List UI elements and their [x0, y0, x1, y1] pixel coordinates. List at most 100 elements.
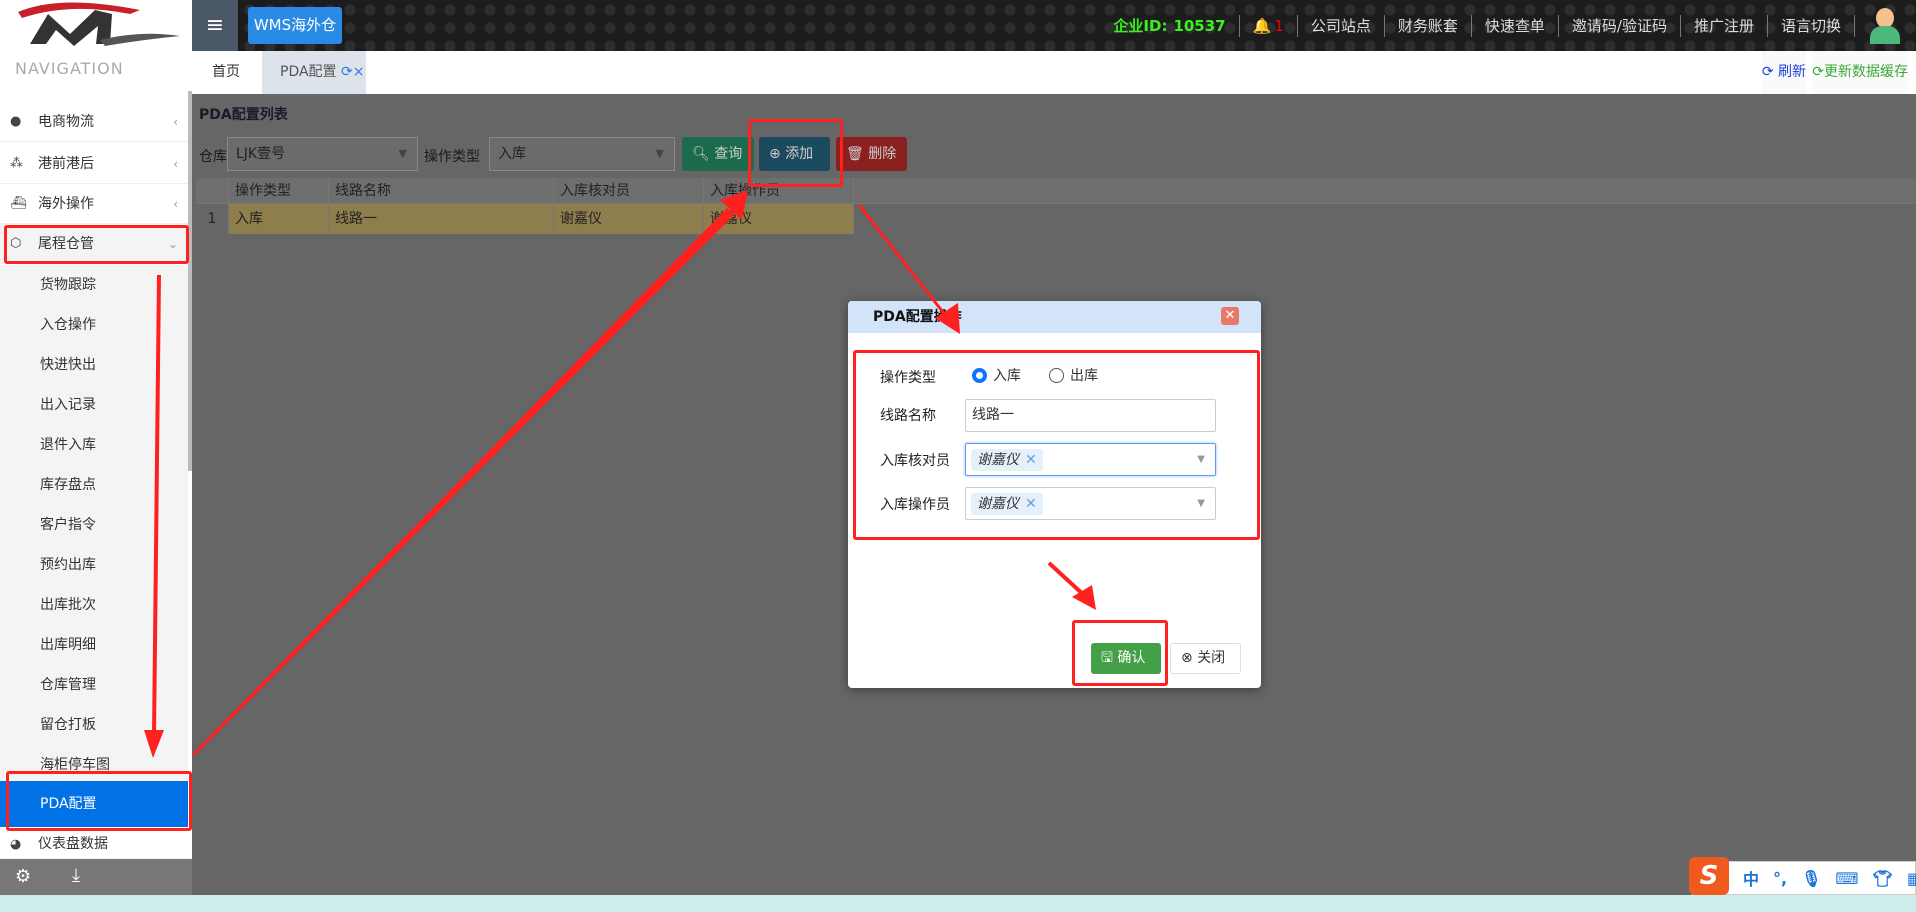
- delete-label: 删除: [868, 146, 897, 162]
- sidebar-subitem[interactable]: 客户指令: [0, 505, 188, 545]
- refresh-icon: ⟳: [1761, 64, 1778, 80]
- delete-button[interactable]: 🗑︎ 删除: [836, 137, 907, 171]
- sidebar-scrollbar[interactable]: [188, 91, 192, 471]
- close-button[interactable]: ⊗ 关闭: [1170, 643, 1241, 674]
- sidebar-subitem[interactable]: 出库批次: [0, 585, 188, 625]
- company-id: 10537: [1173, 16, 1226, 35]
- warehouse-value: LJK壹号: [236, 146, 286, 162]
- chevron-left-icon: ‹: [173, 157, 178, 171]
- notification-count: 1: [1274, 16, 1284, 35]
- avatar[interactable]: [1868, 7, 1902, 44]
- sidebar-subitem[interactable]: 快进快出: [0, 345, 188, 385]
- update-cache-label: 更新数据缓存: [1824, 64, 1908, 80]
- link-language[interactable]: 语言切换: [1781, 15, 1841, 36]
- refresh-label: 刷新: [1778, 64, 1806, 80]
- refresh-button[interactable]: ⟳ 刷新: [1761, 51, 1806, 94]
- cubes-icon: ⁂: [10, 156, 23, 171]
- annotation-box-confirm: [1072, 620, 1168, 686]
- logo: [0, 0, 192, 51]
- sidebar-title: NAVIGATION: [15, 59, 124, 78]
- optype-value: 入库: [498, 146, 526, 162]
- sogou-logo[interactable]: S: [1689, 857, 1729, 895]
- sidebar: NAVIGATION ● 电商物流 ‹ ⁂ 港前港后 ‹ ⛴ 海外操作 ‹ ⬡ 尾程仓管 ⌄ 货…: [0, 51, 192, 859]
- menu-toggle-button[interactable]: ≡: [192, 0, 238, 51]
- sidebar-subitem[interactable]: 留仓打板: [0, 705, 188, 745]
- link-finance[interactable]: 财务账套: [1398, 15, 1458, 36]
- microphone-icon[interactable]: 🎙︎: [1801, 869, 1821, 888]
- caret-down-icon: ▼: [655, 147, 664, 160]
- column-header[interactable]: 线路名称: [329, 178, 554, 203]
- tab-home[interactable]: 首页: [212, 51, 240, 94]
- cell-checker: 谢嘉仪: [554, 204, 704, 234]
- optype-label: 操作类型: [424, 149, 480, 165]
- table-row[interactable]: 1 入库 线路一 谢嘉仪 谢嘉仪: [196, 204, 854, 234]
- annotation-box-form: [853, 350, 1260, 540]
- ime-lang[interactable]: 中: [1743, 866, 1759, 890]
- apps-grid-icon[interactable]: ▦: [1907, 869, 1916, 888]
- search-icon: 🔍︎: [692, 146, 710, 162]
- ime-toolbar: S 中 °, 🎙︎ ⌨ 👕︎ ▦: [1689, 857, 1916, 895]
- link-invite-code[interactable]: 邀请码/验证码: [1572, 15, 1667, 36]
- sidebar-subitem[interactable]: 预约出库: [0, 545, 188, 585]
- trash-icon: 🗑︎: [846, 146, 864, 162]
- app-button[interactable]: WMS海外仓: [248, 7, 342, 44]
- refresh-icon: ⟳: [1812, 64, 1824, 80]
- sidebar-item-overseas[interactable]: ⛴ 海外操作 ‹: [0, 184, 192, 224]
- cell-optype: 入库: [229, 204, 329, 234]
- link-quick-search[interactable]: 快速查单: [1485, 15, 1545, 36]
- refresh-icon[interactable]: ⟳: [341, 64, 353, 80]
- keyboard-icon[interactable]: ⌨: [1835, 869, 1858, 888]
- pie-chart-icon: ◕: [10, 837, 22, 852]
- annotation-box-pda: [6, 771, 192, 831]
- dialog-title: PDA配置操作: [848, 301, 1261, 333]
- annotation-box-add: [748, 119, 843, 187]
- link-promo-register[interactable]: 推广注册: [1694, 15, 1754, 36]
- hamburger-icon: ≡: [205, 13, 225, 38]
- sidebar-subitem[interactable]: 出入记录: [0, 385, 188, 425]
- optype-select[interactable]: 入库 ▼: [489, 137, 675, 171]
- gear-icon[interactable]: ⚙: [15, 866, 31, 887]
- annotation-box-lastmile: [4, 225, 189, 264]
- ime-punct[interactable]: °,: [1773, 869, 1787, 888]
- tab-pda-config[interactable]: PDA配置 ⟳×: [262, 51, 366, 94]
- sidebar-item-port[interactable]: ⁂ 港前港后 ‹: [0, 144, 192, 184]
- column-header[interactable]: 入库核对员: [554, 178, 704, 203]
- cell-operator: 谢嘉仪: [704, 204, 854, 234]
- warehouse-select[interactable]: LJK壹号 ▼: [227, 137, 418, 171]
- cell-route: 线路一: [329, 204, 554, 234]
- sidebar-subitem[interactable]: 库存盘点: [0, 465, 188, 505]
- sidebar-item-dashboard[interactable]: ◕ 仪表盘数据: [0, 830, 192, 859]
- close-icon[interactable]: ✕: [1221, 307, 1239, 325]
- company-id-label: 企业ID:: [1113, 17, 1168, 35]
- column-header[interactable]: 操作类型: [229, 178, 329, 203]
- sidebar-subitem[interactable]: 货物跟踪: [0, 265, 188, 305]
- table-header: 操作类型 线路名称 入库核对员 入库操作员: [196, 178, 1916, 204]
- sidebar-subitem[interactable]: 入仓操作: [0, 305, 188, 345]
- sidebar-item-ecommerce[interactable]: ● 电商物流 ‹: [0, 102, 192, 142]
- sidebar-subitem[interactable]: 退件入库: [0, 425, 188, 465]
- sidebar-footer: ⚙ ⤓: [0, 859, 192, 895]
- tab-bar: 首页 PDA配置 ⟳× ⟳ 刷新 ⟳更新数据缓存: [192, 51, 1916, 94]
- sidebar-subitem[interactable]: 仓库管理: [0, 665, 188, 705]
- close-circle-icon: ⊗: [1181, 650, 1193, 666]
- link-company-site[interactable]: 公司站点: [1311, 15, 1371, 36]
- update-cache-button[interactable]: ⟳更新数据缓存: [1812, 51, 1908, 94]
- ship-icon: ⛴: [10, 196, 27, 211]
- chevron-left-icon: ‹: [173, 115, 178, 129]
- close-label: 关闭: [1197, 650, 1226, 666]
- top-links: 企业ID: 10537 🔔 1 公司站点 财务账套 快速查单 邀请码/验证码 推广注…: [1113, 0, 1916, 51]
- close-tab-icon[interactable]: ×: [353, 64, 365, 80]
- sidebar-subitem[interactable]: 出库明细: [0, 625, 188, 665]
- globe-icon: ●: [10, 114, 22, 129]
- query-button[interactable]: 🔍︎ 查询: [682, 137, 754, 171]
- panel-title: PDA配置列表: [199, 107, 288, 123]
- shirt-icon[interactable]: 👕︎: [1873, 869, 1893, 888]
- arrow-to-add: [192, 208, 735, 756]
- chevron-left-icon: ‹: [173, 197, 178, 211]
- caret-down-icon: ▼: [398, 147, 407, 160]
- warehouse-label: 仓库: [199, 149, 227, 165]
- arrow-to-form: [857, 204, 948, 317]
- row-number: 1: [196, 204, 229, 234]
- download-icon[interactable]: ⤓: [72, 865, 80, 886]
- bell-icon[interactable]: 🔔: [1253, 17, 1272, 35]
